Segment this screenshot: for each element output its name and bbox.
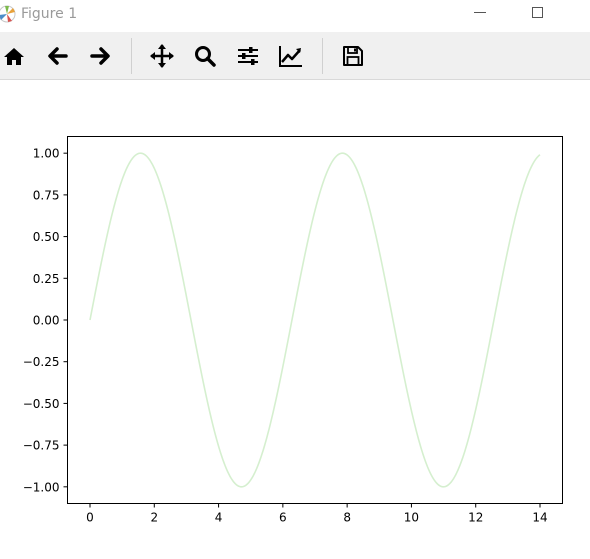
y-tick-label: −1.00 <box>23 480 60 494</box>
axes-frame <box>67 136 563 504</box>
line-plot: 0 2 4 6 8 10 12 14 1.00 0.75 0.50 0.25 0.00 −0.25 −0.… <box>23 136 563 525</box>
y-tick-label: −0.50 <box>23 397 60 411</box>
x-tick-label: 4 <box>215 511 223 525</box>
y-tick-label: −0.75 <box>23 439 60 453</box>
y-tick-label: 0.50 <box>33 230 60 244</box>
x-tick-label: 0 <box>86 511 94 525</box>
pan-button[interactable] <box>148 42 176 70</box>
y-tick-label: 0.75 <box>33 188 60 202</box>
line-chart-icon <box>279 46 302 67</box>
move-icon <box>150 44 174 68</box>
y-tick-label: −0.25 <box>23 355 60 369</box>
y-tick-label: 0.00 <box>33 314 60 328</box>
search-icon <box>195 46 216 67</box>
configure-subplots-button[interactable] <box>234 42 262 70</box>
maximize-icon <box>532 7 543 18</box>
save-button[interactable] <box>339 42 367 70</box>
toolbar-separator <box>322 38 323 74</box>
x-tick-label: 6 <box>279 511 287 525</box>
x-tick-label: 14 <box>532 511 547 525</box>
x-tick-label: 8 <box>343 511 351 525</box>
plot-lines <box>89 152 541 488</box>
x-tick-label: 10 <box>404 511 419 525</box>
figure-canvas[interactable]: 0 2 4 6 8 10 12 14 1.00 0.75 0.50 0.25 0.00 −0.25 −0.… <box>0 80 590 559</box>
home-button[interactable] <box>0 42 28 70</box>
zoom-button[interactable] <box>191 42 219 70</box>
series-line <box>89 152 541 488</box>
arrow-left-icon <box>48 47 68 65</box>
arrow-right-icon <box>90 47 110 65</box>
minimize-button[interactable] <box>456 0 502 30</box>
save-icon <box>343 46 363 66</box>
sliders-icon <box>238 47 258 65</box>
matplotlib-logo-icon <box>0 3 18 25</box>
maximize-button[interactable] <box>514 0 560 30</box>
x-axis: 0 2 4 6 8 10 12 14 <box>86 503 548 525</box>
forward-button[interactable] <box>86 42 114 70</box>
edit-axes-button[interactable] <box>277 42 305 70</box>
window-title: Figure 1 <box>21 6 78 22</box>
title-bar: Figure 1 <box>0 0 590 32</box>
x-tick-label: 12 <box>468 511 483 525</box>
x-tick-label: 2 <box>150 511 158 525</box>
y-axis: 1.00 0.75 0.50 0.25 0.00 −0.25 −0.50 −0.75 −1.00 <box>23 147 68 494</box>
y-tick-label: 0.25 <box>33 272 60 286</box>
toolbar-separator <box>131 38 132 74</box>
home-icon <box>4 48 24 65</box>
navigation-toolbar <box>0 32 590 80</box>
back-button[interactable] <box>44 42 72 70</box>
y-tick-label: 1.00 <box>33 147 60 161</box>
minimize-icon <box>474 12 486 13</box>
